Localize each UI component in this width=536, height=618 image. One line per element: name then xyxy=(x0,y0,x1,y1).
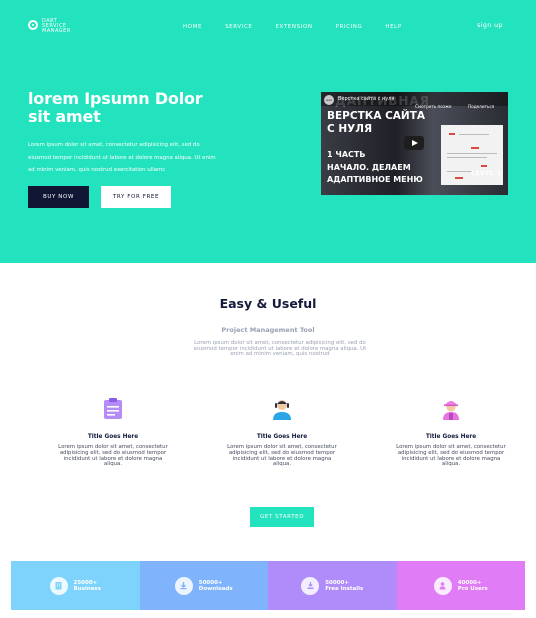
nav-item-extension[interactable]: EXTENSION xyxy=(275,24,312,30)
stat-text: 25000+ Business xyxy=(74,580,101,592)
nav-item-service[interactable]: SERVICE xyxy=(225,24,252,30)
worker-helmet-icon xyxy=(443,401,459,420)
stat-pro-users: 40000+ Pro Users xyxy=(396,561,525,610)
section-subtitle: Project Management Tool xyxy=(221,326,315,334)
stat-text: 50000+ Downloads xyxy=(199,580,233,592)
get-started-button[interactable]: GET STARTED xyxy=(250,507,314,527)
video-level-label: LEVEL 1 xyxy=(471,170,502,177)
try-free-button[interactable]: TRY FOR FREE xyxy=(101,186,171,208)
video-heading-line-2: С НУЛЯ xyxy=(327,123,373,135)
feature-description: Lorem ipsum dolor sit amet, consectetur … xyxy=(396,444,506,468)
feature-card: Title Goes Here Lorem ipsum dolor sit am… xyxy=(53,397,173,468)
feature-description: Lorem ipsum dolor sit amet, consectetur … xyxy=(58,444,168,468)
nav-item-home[interactable]: HOME xyxy=(183,24,202,30)
feature-title: Title Goes Here xyxy=(425,434,477,440)
stat-label: Pro Users xyxy=(457,585,488,592)
video-heading-line-1: ВЕРСТКА САЙТА xyxy=(327,110,426,122)
main-nav: HOME SERVICE EXTENSION PRICING HELP xyxy=(183,24,425,30)
support-agent-icon xyxy=(273,400,291,420)
nav-item-pricing[interactable]: PRICING xyxy=(336,24,363,30)
feature-card: Title Goes Here Lorem ipsum dolor sit am… xyxy=(222,397,342,468)
stat-downloads: 50000+ Downloads xyxy=(139,561,268,610)
video-body-line-1: 1 ЧАСТЬ xyxy=(327,150,366,159)
video-title[interactable]: Верстка сайта с нуля xyxy=(338,96,394,102)
video-subheading: 1 ЧАСТЬ НАЧАЛО. ДЕЛАЕМ АДАПТИВНОЕ МЕНЮ xyxy=(327,149,423,187)
stat-label: Free Installs xyxy=(325,585,364,592)
watch-later-button[interactable]: Смотреть позже xyxy=(415,104,451,109)
feature-title: Title Goes Here xyxy=(87,434,139,440)
hero-title: lorem Ipsumn Dolor sit amet xyxy=(28,89,203,126)
brand-name: DART SERVICE MANAGER xyxy=(42,19,71,34)
feature-title: Title Goes Here xyxy=(256,434,308,440)
stat-installs: 50000+ Free Installs xyxy=(268,561,397,610)
section-description: Lorem ipsum dolor sit amet, consectetur … xyxy=(193,340,367,358)
user-icon xyxy=(433,576,452,595)
video-player[interactable]: ДАПТИВНАЯ web Верстка сайта с нуля Смотр… xyxy=(321,92,508,195)
play-icon[interactable] xyxy=(404,136,424,150)
stat-label: Business xyxy=(73,585,101,592)
stat-business: 25000+ Business xyxy=(11,561,140,610)
stat-text: 50000+ Free Installs xyxy=(325,580,363,592)
nav-item-help[interactable]: HELP xyxy=(385,24,401,30)
section-title: Easy & Useful xyxy=(219,296,317,311)
building-icon xyxy=(49,576,68,595)
brand-line-3: MANAGER xyxy=(42,28,71,34)
brand-logo[interactable]: DART SERVICE MANAGER xyxy=(28,19,71,34)
feature-card: Title Goes Here Lorem ipsum dolor sit am… xyxy=(391,397,511,468)
feature-description: Lorem ipsum dolor sit amet, consectetur … xyxy=(227,444,337,468)
logo-mark-icon xyxy=(28,20,38,30)
download-icon xyxy=(174,576,193,595)
buy-now-button[interactable]: BUY NOW xyxy=(28,186,89,208)
video-channel-avatar[interactable]: web xyxy=(324,95,334,105)
signup-link[interactable]: sign up xyxy=(477,21,503,29)
video-body-line-3: АДАПТИВНОЕ МЕНЮ xyxy=(327,175,423,184)
stat-label: Downloads xyxy=(198,585,233,592)
video-body-line-2: НАЧАЛО. ДЕЛАЕМ xyxy=(327,162,411,172)
clipboard-icon xyxy=(104,398,122,419)
hero-section: DART SERVICE MANAGER HOME SERVICE EXTENS… xyxy=(0,0,536,263)
share-button[interactable]: Поделиться xyxy=(468,104,494,109)
video-heading: ВЕРСТКА САЙТА С НУЛЯ xyxy=(327,110,425,136)
stats-bar: 25000+ Business 50000+ Downloads 50000+ … xyxy=(11,561,525,610)
hero-description: Lorem ipsum dolor sit amet, consectetur … xyxy=(28,142,216,173)
stat-text: 40000+ Pro Users xyxy=(458,580,488,592)
install-icon xyxy=(301,576,320,595)
